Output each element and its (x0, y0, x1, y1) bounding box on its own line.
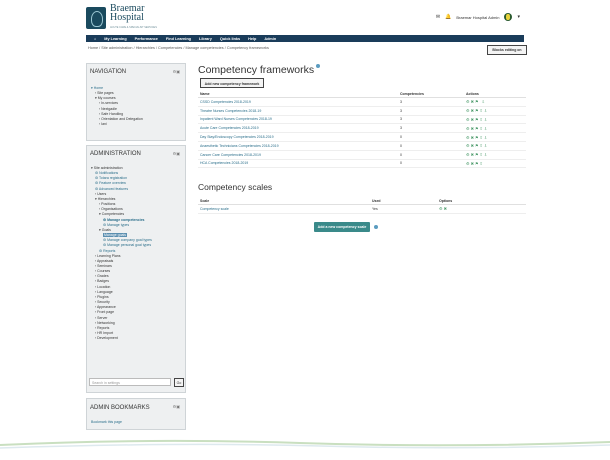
framework-count: 3 (398, 123, 464, 134)
nav-tree-item[interactable]: › Iani (91, 122, 143, 127)
table-row: Competency scale Yes ⚙✖ (198, 204, 526, 214)
nav-item[interactable]: Quick links (220, 37, 240, 41)
help-icon[interactable] (374, 225, 378, 229)
administration-tree: ▾ Site administration ⚙ Notifications ⚙ … (91, 166, 152, 341)
col-header: Options (437, 197, 526, 205)
table-row: Cancer Care Competencies 2018-2019 0 ⚙✖⚑… (198, 150, 526, 160)
navigation-tree: ▾ Home › Site pages ▾ My courses › In-se… (91, 86, 143, 127)
framework-name[interactable]: Cancer Care Competencies 2018-2019 (198, 150, 398, 160)
framework-name[interactable]: Theatre Nurses Competencies 2018-19 (198, 106, 398, 116)
admin-search-input[interactable]: Search in settings (89, 378, 171, 386)
nav-item[interactable]: Admin (264, 37, 276, 41)
navigation-title: NAVIGATION (90, 69, 127, 75)
messages-icon[interactable]: ✉ (436, 14, 440, 20)
admin-search-go-button[interactable]: Go (174, 378, 184, 387)
notifications-icon[interactable]: 🔔 (445, 14, 451, 20)
breadcrumb[interactable]: Home / Site administration / Hierarchies… (88, 46, 269, 50)
header: Braemar Hospital ACUTE CARE & SPECIALIST… (0, 0, 610, 34)
table-row: HCA Competencies 2018-2019 0 ⚙✖⚑⇧ (198, 159, 526, 169)
admin-item[interactable]: › Development (91, 336, 152, 341)
scale-options-icons[interactable]: ⚙✖ (437, 204, 526, 214)
framework-count: 0 (398, 150, 464, 160)
chevron-down-icon[interactable]: ▾ (517, 14, 520, 20)
framework-count: 3 (398, 115, 464, 125)
scale-used: Yes (370, 204, 437, 214)
footer-wave (0, 439, 610, 449)
table-row: Acute Care Competencies 2018-2019 3 ⚙✖⚑⇧… (198, 123, 526, 134)
col-header: Actions (464, 90, 526, 98)
block-controls[interactable]: ⚙▣ (173, 151, 180, 156)
framework-name[interactable]: Day Stay/Endoscopy Competencies 2018-201… (198, 132, 398, 142)
table-row: Inpatient Ward Nurses Competencies 2018-… (198, 115, 526, 125)
col-header: Scale (198, 197, 370, 205)
block-controls[interactable]: ⚙▣ (173, 69, 180, 74)
col-header: Used (370, 197, 437, 205)
nav-item[interactable]: Help (248, 37, 256, 41)
table-row: Anaesthetic Technicians Competencies 201… (198, 141, 526, 151)
logo[interactable]: Braemar Hospital ACUTE CARE & SPECIALIST… (86, 4, 157, 32)
action-icons[interactable]: ⚙✖⚑⇧ (464, 159, 526, 169)
administration-title: ADMINISTRATION (90, 151, 141, 157)
table-header: Scale Used Options (198, 197, 526, 205)
add-scale-button[interactable]: Add a new competency scale (314, 222, 370, 232)
action-icons[interactable]: ⚙✖⚑⇧⇩ (464, 115, 526, 125)
framework-count: 0 (398, 141, 464, 151)
user-name[interactable]: Braemar Hospital Admin (456, 15, 499, 20)
table-row: Theatre Nurses Competencies 2018-19 3 ⚙✖… (198, 106, 526, 116)
col-header: Name (198, 90, 398, 98)
action-icons[interactable]: ⚙✖⚑⇧⇩ (464, 141, 526, 151)
logo-icon (86, 7, 106, 29)
block-controls[interactable]: ⚙▣ (173, 404, 180, 409)
page-title: Competency frameworks (198, 64, 321, 76)
framework-count: 3 (398, 97, 464, 107)
framework-name[interactable]: HCA Competencies 2018-2019 (198, 159, 398, 169)
frameworks-table: Name Competencies Actions CSSD Competenc… (198, 90, 526, 169)
action-icons[interactable]: ⚙✖⚑⇧⇩ (464, 106, 526, 116)
framework-name[interactable]: Anaesthetic Technicians Competencies 201… (198, 141, 398, 151)
action-icons[interactable]: ⚙✖⚑⇧⇩ (464, 123, 526, 134)
framework-name[interactable]: Inpatient Ward Nurses Competencies 2018-… (198, 115, 398, 125)
table-row: Day Stay/Endoscopy Competencies 2018-201… (198, 132, 526, 142)
nav-item[interactable]: Library (199, 37, 212, 41)
action-icons[interactable]: ⚙✖⚑ ⇩ (464, 97, 526, 107)
framework-count: 3 (398, 106, 464, 116)
main-nav: ⌂ My Learning Performance Find Learning … (86, 35, 524, 42)
framework-count: 0 (398, 159, 464, 169)
admin-bookmarks-block: ADMIN BOOKMARKS ⚙▣ (86, 398, 186, 430)
action-icons[interactable]: ⚙✖⚑⇧⇩ (464, 150, 526, 160)
action-icons[interactable]: ⚙✖⚑⇧⇩ (464, 132, 526, 142)
avatar[interactable] (504, 13, 513, 21)
nav-item[interactable]: Find Learning (166, 37, 191, 41)
table-row: CSSD Competencies 2018-2019 3 ⚙✖⚑ ⇩ (198, 97, 526, 107)
scales-title: Competency scales (198, 182, 273, 192)
framework-name[interactable]: Acute Care Competencies 2018-2019 (198, 123, 398, 134)
bookmark-link[interactable]: Bookmark this page (91, 420, 122, 424)
scale-name[interactable]: Competency scale (198, 204, 370, 214)
table-header: Name Competencies Actions (198, 90, 526, 98)
col-header: Competencies (398, 90, 464, 98)
framework-name[interactable]: CSSD Competencies 2018-2019 (198, 97, 398, 107)
home-icon[interactable]: ⌂ (94, 37, 96, 41)
nav-item[interactable]: Performance (135, 37, 158, 41)
admin-bookmarks-title: ADMIN BOOKMARKS (90, 405, 150, 411)
user-menu[interactable]: ✉ 🔔 Braemar Hospital Admin ▾ (436, 13, 520, 21)
logo-tagline: ACUTE CARE & SPECIALIST SERVICES (110, 26, 157, 29)
blocks-editing-button[interactable]: Blocks editing on (487, 45, 527, 55)
nav-item[interactable]: My Learning (104, 37, 126, 41)
add-framework-button[interactable]: Add new competency framework (200, 78, 264, 88)
admin-item-selected[interactable]: Manage goals (103, 233, 127, 238)
framework-count: 0 (398, 132, 464, 142)
scales-table: Scale Used Options Competency scale Yes … (198, 197, 526, 214)
help-icon[interactable] (316, 64, 321, 68)
logo-line2: Hospital (110, 12, 144, 23)
